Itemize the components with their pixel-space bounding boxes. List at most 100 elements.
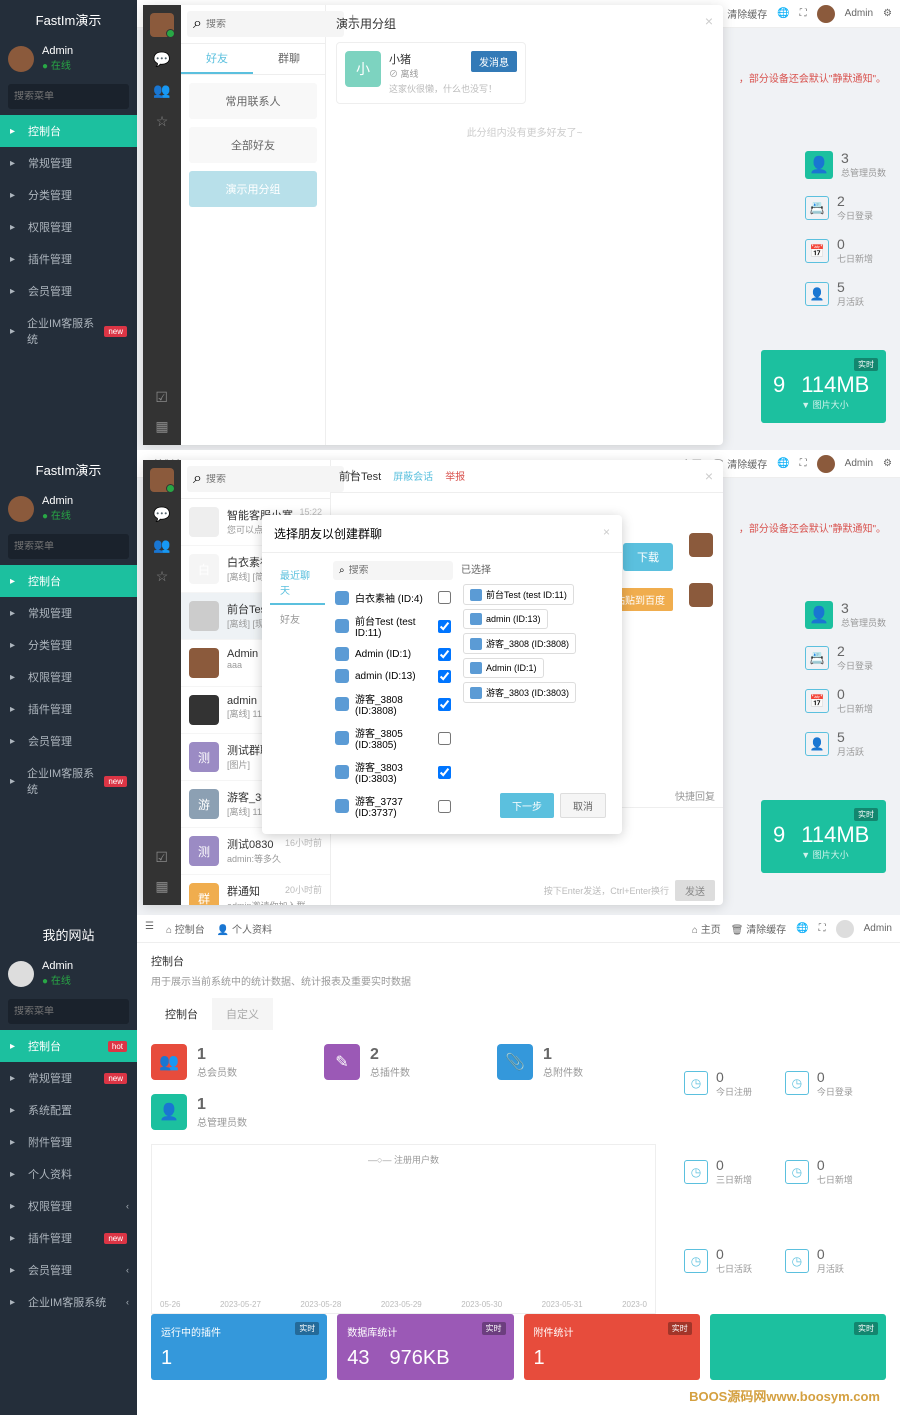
chat-icon[interactable]: 💬	[153, 506, 170, 523]
close-icon[interactable]: ×	[705, 468, 713, 484]
sidebar-item[interactable]: ▸常规管理	[0, 147, 137, 179]
sidebar-item[interactable]: ▸个人资料	[0, 1158, 137, 1190]
selected-chip[interactable]: 游客_3808 (ID:3808)	[463, 633, 576, 654]
selected-chip[interactable]: Admin (ID:1)	[463, 658, 544, 678]
friend-row[interactable]: 游客_3803 (ID:3803)	[333, 755, 453, 789]
sidebar-item[interactable]: ▸插件管理	[0, 243, 137, 275]
group-common[interactable]: 常用联系人	[189, 83, 317, 119]
contacts-icon[interactable]: 👥	[153, 537, 170, 554]
sidebar-item[interactable]: ▸控制台	[0, 115, 137, 147]
tab-groups[interactable]: 群聊	[253, 44, 325, 74]
sidebar-item[interactable]: ▸企业IM客服系统‹	[0, 1286, 137, 1318]
send-message-button[interactable]: 发消息	[471, 51, 517, 72]
report-link[interactable]: 举报	[445, 468, 465, 484]
im-search-input[interactable]	[206, 19, 338, 30]
sidebar-item[interactable]: ▸插件管理	[0, 693, 137, 725]
tab-friends[interactable]: 好友	[270, 605, 325, 632]
home-link[interactable]: ⌂ 主页	[692, 921, 721, 936]
search-input[interactable]	[14, 1006, 146, 1017]
sidebar-item[interactable]: ▸企业IM客服系统new	[0, 757, 137, 805]
sidebar-item[interactable]: ▸插件管理new	[0, 1222, 137, 1254]
chat-icon[interactable]: 💬	[153, 51, 170, 68]
profile-crumb[interactable]: 👤 个人资料	[217, 921, 272, 936]
im-search-input[interactable]	[206, 474, 338, 485]
lang-icon[interactable]: 🌐	[796, 923, 808, 934]
star-icon[interactable]: ☆	[156, 113, 169, 130]
friend-row[interactable]: 前台Test (test ID:11)	[333, 609, 453, 643]
block-link[interactable]: 屏蔽会话	[393, 468, 433, 484]
sidebar-item[interactable]: ▸权限管理‹	[0, 1190, 137, 1222]
sidebar-user[interactable]: Admin在线	[0, 954, 137, 993]
im-search[interactable]: ⌕	[187, 11, 344, 37]
sidebar-item[interactable]: ▸会员管理	[0, 725, 137, 757]
sidebar-item[interactable]: ▸会员管理	[0, 275, 137, 307]
friend-row[interactable]: Admin (ID:1)	[333, 643, 453, 665]
tab-friends[interactable]: 好友	[181, 44, 253, 74]
topbar-avatar[interactable]	[817, 455, 835, 473]
conversation-item[interactable]: 群群通知20小时前admin邀请你加入群...	[181, 875, 330, 905]
sidebar-search[interactable]: ⌕	[8, 999, 129, 1024]
lang-icon[interactable]: 🌐	[777, 458, 789, 469]
sidebar-item[interactable]: ▸权限管理	[0, 661, 137, 693]
fullscreen-icon[interactable]: ⛶	[800, 8, 807, 19]
grid-icon[interactable]: ▦	[155, 418, 168, 435]
sidebar-item[interactable]: ▸常规管理new	[0, 1062, 137, 1094]
close-icon[interactable]: ×	[705, 13, 713, 29]
friend-checkbox[interactable]	[438, 591, 451, 604]
friend-row[interactable]: 游客_3805 (ID:3805)	[333, 721, 453, 755]
friend-search[interactable]: ⌕	[333, 561, 453, 580]
im-search[interactable]: ⌕	[187, 466, 344, 492]
friend-row[interactable]: admin (ID:13)	[333, 665, 453, 687]
send-button[interactable]: 发送	[675, 880, 715, 901]
sidebar-item[interactable]: ▸权限管理	[0, 211, 137, 243]
friend-checkbox[interactable]	[438, 670, 451, 683]
friend-checkbox[interactable]	[438, 648, 451, 661]
search-input[interactable]	[14, 91, 146, 102]
sidebar-user[interactable]: Admin 在线	[0, 39, 137, 78]
tab-custom[interactable]: 自定义	[212, 998, 273, 1030]
topbar-avatar[interactable]	[817, 5, 835, 23]
tab-console[interactable]: 控制台	[151, 998, 212, 1030]
close-icon[interactable]: ×	[603, 525, 610, 542]
settings-icon[interactable]: ⚙	[883, 458, 892, 469]
tab-recent[interactable]: 最近聊天	[270, 561, 325, 605]
fullscreen-icon[interactable]: ⛶	[819, 923, 826, 934]
selected-chip[interactable]: 前台Test (test ID:11)	[463, 584, 574, 605]
friend-checkbox[interactable]	[438, 732, 451, 745]
group-demo[interactable]: 演示用分组	[189, 171, 317, 207]
clear-cache-link[interactable]: 🗑 清除缓存	[731, 921, 786, 936]
menu-toggle-icon[interactable]: ☰	[145, 921, 154, 936]
search-input[interactable]	[14, 541, 146, 552]
sidebar-item[interactable]: ▸附件管理	[0, 1126, 137, 1158]
next-button[interactable]: 下一步	[500, 793, 554, 818]
sidebar-item[interactable]: ▸控制台	[0, 565, 137, 597]
friend-checkbox[interactable]	[438, 698, 451, 711]
friend-row[interactable]: 白衣素袖 (ID:4)	[333, 586, 453, 609]
cancel-button[interactable]: 取消	[560, 793, 606, 818]
sidebar-item[interactable]: ▸会员管理‹	[0, 1254, 137, 1286]
contacts-icon[interactable]: 👥	[153, 82, 170, 99]
console-crumb[interactable]: ⌂ 控制台	[166, 921, 205, 936]
selected-chip[interactable]: 游客_3803 (ID:3803)	[463, 682, 576, 703]
lang-icon[interactable]: 🌐	[777, 8, 789, 19]
sidebar-item[interactable]: ▸企业IM客服系统new	[0, 307, 137, 355]
friend-checkbox[interactable]	[438, 766, 451, 779]
sidebar-item[interactable]: ▸控制台hot	[0, 1030, 137, 1062]
topbar-avatar[interactable]	[836, 920, 854, 938]
sidebar-item[interactable]: ▸分类管理	[0, 179, 137, 211]
star-icon[interactable]: ☆	[156, 568, 169, 585]
check-icon[interactable]: ☑	[155, 389, 168, 406]
check-icon[interactable]: ☑	[155, 849, 168, 866]
selected-chip[interactable]: admin (ID:13)	[463, 609, 548, 629]
sidebar-item[interactable]: ▸常规管理	[0, 597, 137, 629]
sidebar-search[interactable]: ⌕	[8, 534, 129, 559]
sidebar-item[interactable]: ▸分类管理	[0, 629, 137, 661]
friend-checkbox[interactable]	[438, 800, 451, 813]
sidebar-item[interactable]: ▸系统配置	[0, 1094, 137, 1126]
fullscreen-icon[interactable]: ⛶	[800, 458, 807, 469]
conversation-item[interactable]: 测测试083016小时前admin:等多久	[181, 828, 330, 875]
friend-row[interactable]: 游客_3714 (ID:3714)	[333, 823, 453, 826]
friend-row[interactable]: 游客_3808 (ID:3808)	[333, 687, 453, 721]
friend-checkbox[interactable]	[438, 620, 451, 633]
im-avatar[interactable]	[150, 468, 174, 492]
